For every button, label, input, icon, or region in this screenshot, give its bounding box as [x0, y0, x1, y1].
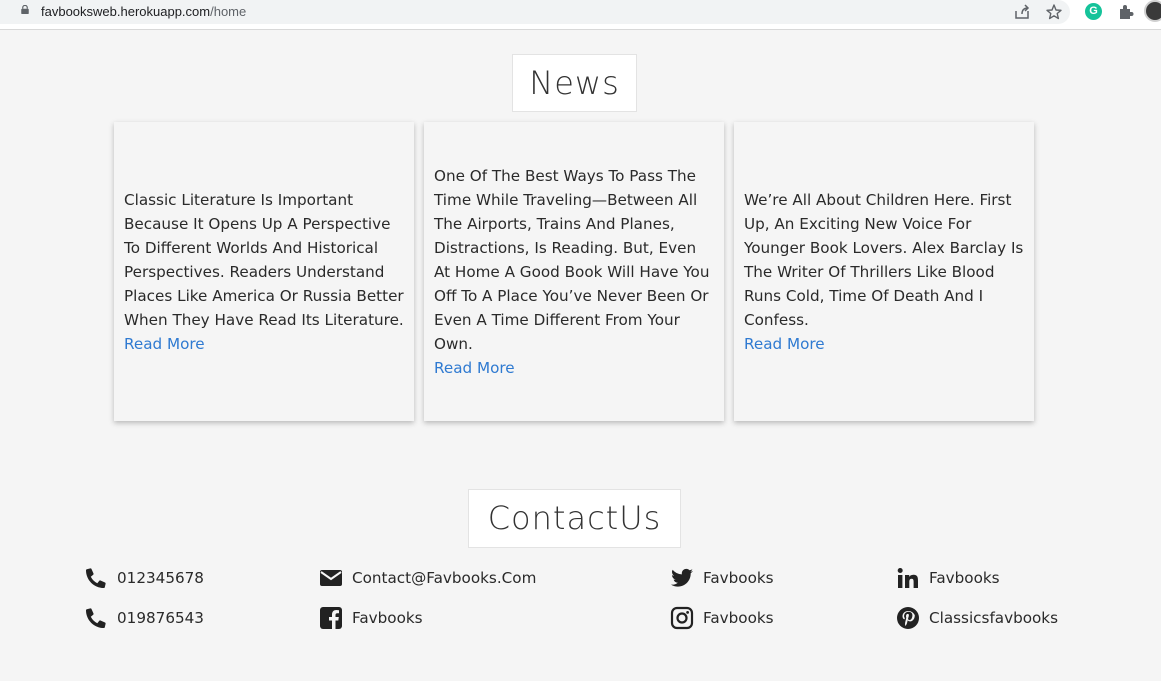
contact-phone-1[interactable]: 012345678 — [84, 565, 204, 591]
contact-facebook[interactable]: Favbooks — [319, 605, 423, 631]
browser-toolbar: favbooksweb.herokuapp.com/home G — [0, 0, 1161, 30]
read-more-link[interactable]: Read More — [744, 332, 1024, 356]
news-card-1: Classic Literature Is Important Because … — [114, 122, 414, 421]
contact-email[interactable]: Contact@Favbooks.Com — [319, 565, 536, 591]
contact-text: 019876543 — [117, 609, 204, 627]
contact-text: Favbooks — [352, 609, 423, 627]
contact-section-title: ContactUs — [468, 489, 681, 548]
bookmark-star-icon[interactable] — [1045, 3, 1063, 21]
phone-icon — [85, 608, 106, 629]
news-card-text: We’re All About Children Here. First Up,… — [744, 190, 1024, 329]
contact-instagram[interactable]: Favbooks — [670, 605, 774, 631]
url-text: favbooksweb.herokuapp.com/home — [41, 4, 247, 19]
contact-pinterest[interactable]: Classicsfavbooks — [896, 605, 1058, 631]
contact-twitter[interactable]: Favbooks — [670, 565, 774, 591]
contact-text: Favbooks — [703, 569, 774, 587]
news-section-title: News — [512, 54, 637, 112]
news-card-2: One Of The Best Ways To Pass The Time Wh… — [424, 122, 724, 421]
read-more-link[interactable]: Read More — [434, 356, 714, 380]
news-card-text: Classic Literature Is Important Because … — [124, 190, 404, 329]
facebook-icon — [320, 607, 342, 629]
read-more-link[interactable]: Read More — [124, 332, 404, 356]
pinterest-icon — [897, 607, 919, 629]
contact-text: Favbooks — [703, 609, 774, 627]
profile-avatar[interactable] — [1144, 0, 1161, 22]
share-icon[interactable] — [1013, 3, 1031, 21]
phone-icon — [85, 568, 106, 589]
instagram-icon — [670, 606, 694, 630]
contact-text: Favbooks — [929, 569, 1000, 587]
linkedin-icon — [897, 568, 918, 588]
news-card-3: We’re All About Children Here. First Up,… — [734, 122, 1034, 421]
envelope-icon — [320, 570, 342, 586]
contact-text: 012345678 — [117, 569, 204, 587]
twitter-icon — [671, 568, 693, 587]
extensions-puzzle-icon[interactable] — [1117, 3, 1135, 21]
contact-text: Contact@Favbooks.Com — [352, 569, 537, 587]
lock-icon — [21, 5, 29, 14]
contact-phone-2[interactable]: 019876543 — [84, 605, 204, 631]
grammarly-extension-icon[interactable]: G — [1085, 3, 1102, 20]
contact-text: Classicsfavbooks — [929, 609, 1059, 627]
contact-linkedin[interactable]: Favbooks — [896, 565, 1000, 591]
news-card-text: One Of The Best Ways To Pass The Time Wh… — [434, 166, 710, 353]
address-bar[interactable]: favbooksweb.herokuapp.com/home — [0, 0, 1070, 24]
